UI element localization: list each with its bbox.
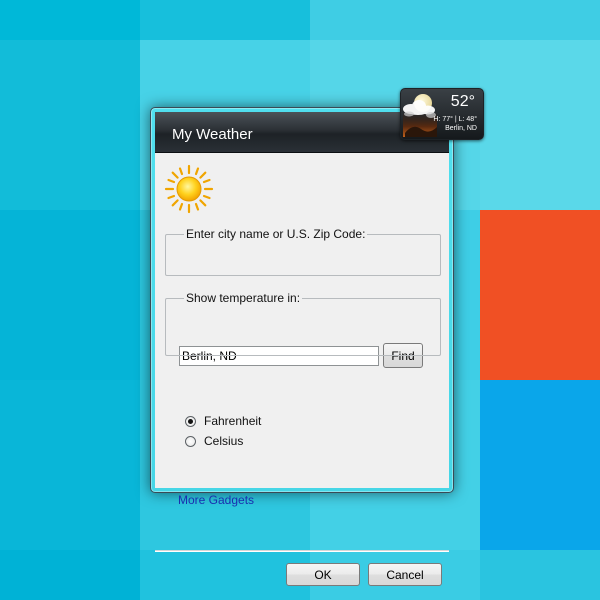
desktop-tile bbox=[0, 380, 140, 550]
weather-gadget[interactable]: 52° H: 77° | L: 48° Berlin, ND bbox=[400, 88, 484, 140]
radio-celsius-label: Celsius bbox=[204, 434, 244, 448]
footer-separator bbox=[155, 550, 449, 552]
ok-button[interactable]: OK bbox=[286, 563, 360, 586]
ok-button-label: OK bbox=[314, 567, 332, 582]
desktop-tile bbox=[310, 0, 600, 40]
desktop-tile bbox=[480, 40, 600, 210]
radio-celsius-button[interactable] bbox=[185, 435, 196, 447]
temperature-group: Show temperature in: bbox=[165, 292, 441, 356]
desktop-tile bbox=[140, 0, 310, 40]
city-group-label: Enter city name or U.S. Zip Code: bbox=[186, 227, 366, 241]
desktop-tile-orange bbox=[480, 210, 600, 380]
settings-dialog: My Weather Berlin, ND Find Fahrenheit Ce… bbox=[150, 107, 454, 586]
desktop-tile bbox=[140, 550, 310, 600]
radio-fahrenheit-button[interactable] bbox=[185, 415, 196, 427]
radio-fahrenheit[interactable]: Fahrenheit bbox=[185, 414, 261, 428]
radio-fahrenheit-label: Fahrenheit bbox=[204, 414, 262, 428]
gadget-temperature: 52° bbox=[450, 93, 475, 110]
city-group: Enter city name or U.S. Zip Code: bbox=[165, 228, 441, 276]
cancel-button[interactable]: Cancel bbox=[368, 563, 442, 586]
dialog-title: My Weather bbox=[172, 126, 253, 143]
gadget-city: Berlin, ND bbox=[445, 125, 477, 132]
desktop-tile bbox=[0, 40, 140, 210]
desktop-tile bbox=[480, 550, 600, 600]
gadget-high-low: H: 77° | L: 48° bbox=[433, 116, 477, 123]
desktop-tile bbox=[0, 0, 140, 40]
temperature-group-label: Show temperature in: bbox=[186, 291, 301, 305]
desktop-tile bbox=[0, 210, 140, 380]
more-gadgets-link[interactable]: More Gadgets bbox=[178, 493, 254, 507]
cancel-button-label: Cancel bbox=[386, 567, 424, 582]
radio-celsius[interactable]: Celsius bbox=[185, 434, 243, 448]
desktop-tile-blue bbox=[480, 380, 600, 550]
desktop-tile bbox=[0, 550, 140, 600]
sun-icon bbox=[164, 164, 214, 214]
